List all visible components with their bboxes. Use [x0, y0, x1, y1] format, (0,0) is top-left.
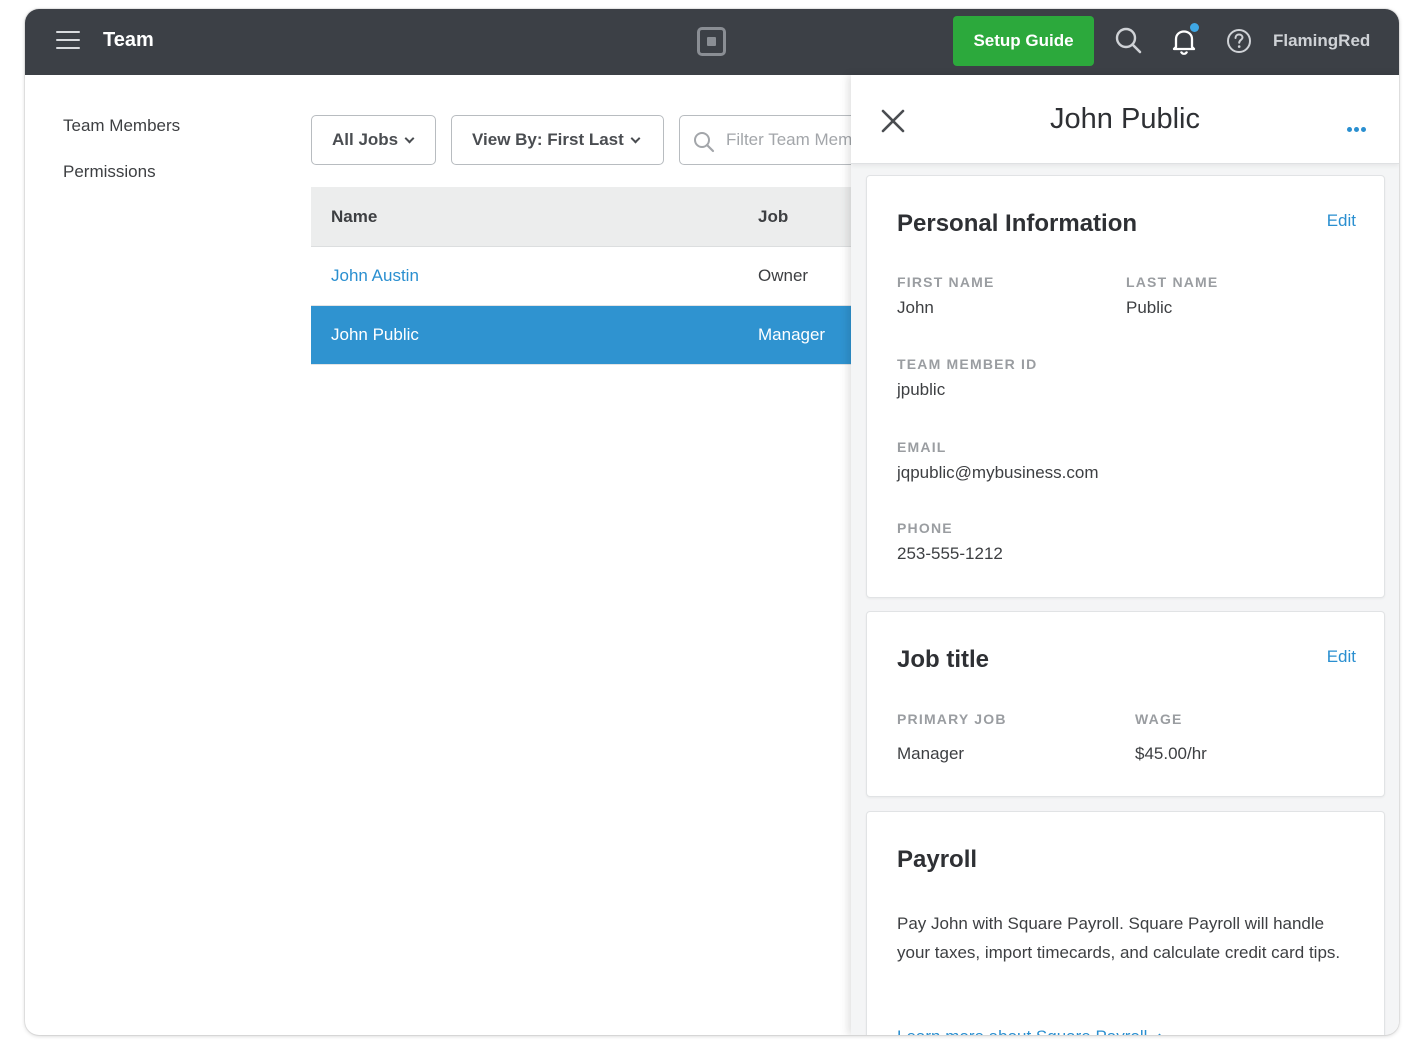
setup-guide-button[interactable]: Setup Guide — [953, 16, 1094, 66]
panel-header: John Public — [851, 75, 1399, 164]
field-label: WAGE — [1135, 711, 1183, 727]
chevron-down-icon — [630, 133, 641, 143]
card-heading: Job title — [897, 646, 990, 673]
last-name-value: Public — [1126, 298, 1173, 317]
email-value: jqpublic@mybusiness.com — [897, 463, 1099, 482]
field-label: FIRST NAME — [897, 274, 995, 290]
card-heading: Personal Information — [897, 210, 1138, 237]
all-jobs-dropdown[interactable]: All Jobs — [311, 115, 436, 165]
top-bar: Team Setup Guide FlamingRed — [25, 9, 1399, 75]
job-title-card: Job title Edit PRIMARY JOB Manager WAGE … — [866, 611, 1385, 797]
column-header-name[interactable]: Name — [331, 207, 377, 227]
help-icon[interactable] — [1224, 26, 1254, 56]
app-title: Team — [103, 29, 154, 51]
sidebar-item-team-members[interactable]: Team Members — [63, 116, 180, 136]
chevron-right-icon — [1154, 1033, 1165, 1035]
payroll-card: Payroll Pay John with Square Payroll. Sq… — [866, 811, 1385, 1035]
app-window: Team Setup Guide FlamingRed Team Members… — [25, 9, 1399, 1035]
notification-dot — [1190, 23, 1199, 32]
wage-value: $45.00/hr — [1135, 744, 1207, 763]
chevron-down-icon — [404, 133, 415, 143]
learn-more-payroll-link[interactable]: Learn more about Square Payroll — [897, 1027, 1165, 1035]
team-members-table: Name Job John Austin Owner John Public M… — [311, 187, 891, 365]
learn-more-label: Learn more about Square Payroll — [897, 1027, 1147, 1035]
member-detail-panel: John Public Personal Information Edit FI… — [851, 75, 1399, 1035]
more-options-icon[interactable] — [1347, 119, 1368, 137]
panel-title: John Public — [1050, 103, 1200, 135]
field-label: PRIMARY JOB — [897, 711, 1007, 727]
search-icon — [694, 132, 715, 153]
column-header-job[interactable]: Job — [758, 207, 788, 227]
bell-icon[interactable] — [1169, 23, 1199, 56]
member-job: Manager — [758, 325, 826, 344]
all-jobs-label: All Jobs — [332, 130, 399, 149]
first-name-value: John — [897, 298, 934, 317]
edit-job-title-link[interactable]: Edit — [1327, 647, 1356, 667]
member-id-value: jpublic — [897, 380, 946, 399]
primary-job-value: Manager — [897, 744, 965, 763]
payroll-description: Pay John with Square Payroll. Square Pay… — [897, 914, 1341, 962]
personal-information-card: Personal Information Edit FIRST NAME Joh… — [866, 175, 1385, 598]
card-heading: Payroll — [897, 846, 978, 873]
phone-value: 253-555-1212 — [897, 544, 1003, 563]
table-row-selected[interactable]: John Public Manager — [311, 306, 891, 365]
field-label: EMAIL — [897, 439, 947, 455]
member-job: Owner — [758, 266, 809, 285]
sidebar-item-permissions[interactable]: Permissions — [63, 162, 180, 182]
member-name-link[interactable]: John Public — [331, 325, 419, 345]
table-row[interactable]: John Austin Owner — [311, 247, 891, 306]
search-icon[interactable] — [1114, 26, 1144, 56]
square-logo-icon[interactable] — [697, 27, 726, 56]
field-label: TEAM MEMBER ID — [897, 356, 1038, 372]
table-header: Name Job — [311, 187, 891, 247]
sidebar: Team Members Permissions — [63, 116, 180, 208]
view-by-dropdown[interactable]: View By: First Last — [451, 115, 664, 165]
member-name-link[interactable]: John Austin — [331, 266, 419, 286]
edit-personal-info-link[interactable]: Edit — [1327, 211, 1356, 231]
field-label: LAST NAME — [1126, 274, 1219, 290]
user-account-menu[interactable]: FlamingRed — [1273, 31, 1370, 51]
menu-icon[interactable] — [56, 31, 80, 51]
view-by-label: View By: First Last — [472, 130, 624, 149]
field-label: PHONE — [897, 520, 953, 536]
